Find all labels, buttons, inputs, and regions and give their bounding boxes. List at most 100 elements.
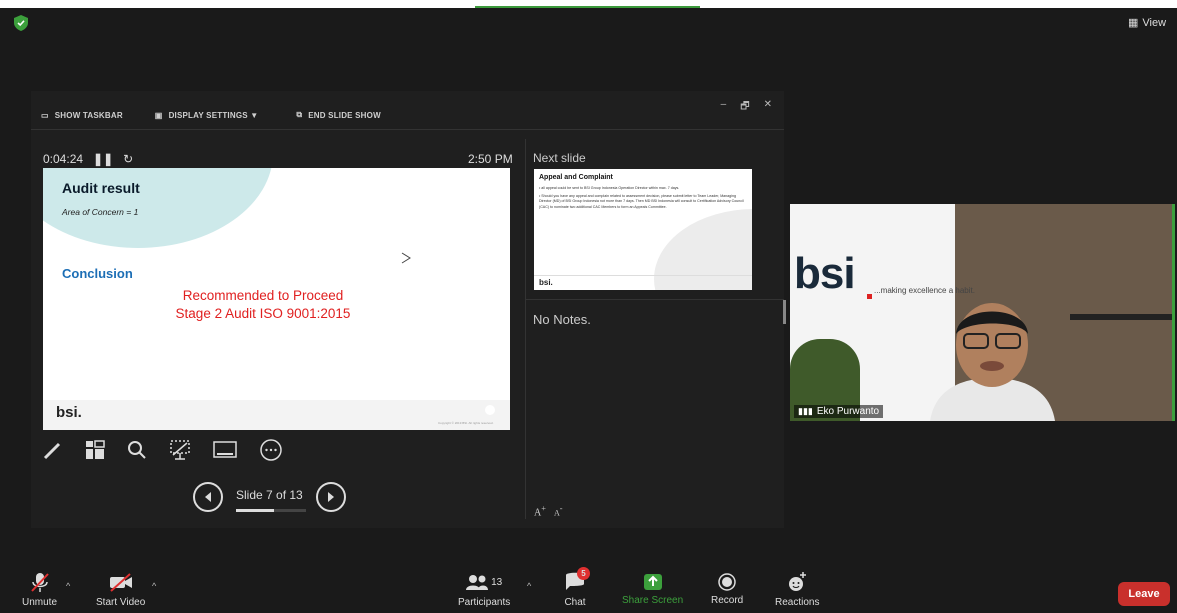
next-slide-button[interactable]: [315, 482, 346, 512]
next-slide-decoration: [654, 209, 752, 290]
leave-button[interactable]: Leave: [1118, 582, 1170, 606]
muted-microphone-icon: [30, 573, 49, 592]
meeting-controls: Unmute ^ Start Video ^ 13 Participants ^…: [0, 567, 1177, 613]
start-video-button[interactable]: Start Video: [96, 571, 145, 608]
active-speaker-edge: [1172, 204, 1175, 421]
video-tagline: ...making excellence a habit.: [874, 286, 975, 295]
record-label: Record: [711, 595, 744, 606]
participants-button[interactable]: 13 Participants: [458, 571, 510, 608]
taskbar-icon: ▭: [41, 111, 49, 120]
slide-counter-label: Slide 7 of 13: [236, 488, 303, 502]
security-shield-icon[interactable]: [14, 15, 28, 31]
participant-count: 13: [491, 576, 503, 588]
close-button[interactable]: ✕: [764, 99, 772, 116]
slide-subtitle: Area of Concern = 1: [62, 207, 139, 217]
increase-font-button[interactable]: A+: [534, 504, 546, 518]
pen-icon[interactable]: [43, 440, 63, 460]
video-logo: bsi: [794, 249, 856, 298]
next-slide-label: Next slide: [533, 151, 586, 165]
window-controls: – 🗗 ✕: [721, 99, 772, 116]
toolbar-divider: [31, 129, 784, 130]
mouse-cursor-icon: [401, 252, 411, 264]
view-button[interactable]: ▦ View: [1128, 16, 1167, 30]
reactions-button[interactable]: Reactions: [775, 571, 819, 608]
participants-label: Participants: [458, 597, 511, 608]
next-slide-title: Appeal and Complaint: [539, 174, 613, 181]
reactions-icon: [789, 572, 807, 591]
video-options-caret[interactable]: ^: [152, 581, 156, 591]
pause-icon[interactable]: ❚❚: [93, 152, 113, 166]
display-settings-button[interactable]: ▣ DISPLAY SETTINGS ▼: [155, 111, 259, 120]
slide-navigation: Slide 7 of 13: [193, 482, 346, 512]
slide-footer: [43, 400, 510, 430]
chat-badge: 5: [577, 567, 590, 580]
minimize-button[interactable]: –: [721, 99, 727, 116]
show-taskbar-button[interactable]: ▭ SHOW TASKBAR: [41, 111, 123, 120]
arrow-right-icon: [327, 492, 334, 502]
previous-slide-button[interactable]: [193, 482, 223, 512]
share-screen-icon: [643, 574, 662, 590]
see-all-slides-icon[interactable]: [85, 440, 105, 460]
next-slide-body: • all appeal could be sent to BSI Group …: [539, 186, 744, 210]
next-slide-logo: bsi.: [539, 278, 553, 287]
show-taskbar-label: SHOW TASKBAR: [54, 111, 123, 120]
share-screen-label: Share Screen: [622, 595, 684, 606]
pane-divider: [525, 139, 526, 519]
participant-silhouette: [930, 303, 1055, 421]
restore-button[interactable]: 🗗: [740, 99, 749, 116]
recommendation-line-1: Recommended to Proceed: [182, 288, 344, 303]
slide-progress-bar: [236, 509, 306, 512]
video-off-icon: [109, 573, 132, 592]
share-screen-button[interactable]: Share Screen: [622, 571, 683, 606]
next-slide-bullet-1: • all appeal could be sent to BSI Group …: [539, 186, 680, 190]
resize-grip[interactable]: [783, 300, 786, 324]
display-settings-label: DISPLAY SETTINGS ▼: [168, 111, 259, 120]
end-slide-show-label: END SLIDE SHOW: [308, 110, 381, 120]
slide-footer-circle: [485, 405, 495, 415]
zoom-icon[interactable]: [127, 440, 147, 460]
notes-divider: [526, 299, 784, 300]
presenter-tools: [43, 438, 283, 462]
grid-view-icon: ▦: [1128, 17, 1139, 29]
record-button[interactable]: Record: [711, 571, 743, 606]
reactions-label: Reactions: [775, 597, 820, 608]
presenter-view-window: ▭ SHOW TASKBAR ▣ DISPLAY SETTINGS ▼ ⧉ EN…: [31, 91, 784, 528]
sharing-indicator-strip: [475, 6, 700, 8]
chat-label: Chat: [564, 597, 586, 608]
current-slide[interactable]: Audit result Area of Concern = 1 Conclus…: [43, 168, 510, 430]
next-slide-preview[interactable]: Appeal and Complaint • all appeal could …: [534, 169, 752, 290]
decrease-font-button[interactable]: A-: [554, 504, 563, 518]
presenter-toolbar: ▭ SHOW TASKBAR ▣ DISPLAY SETTINGS ▼ ⧉ EN…: [31, 91, 784, 129]
view-label: View: [1142, 16, 1167, 29]
black-screen-icon[interactable]: [213, 440, 237, 460]
record-icon: [718, 573, 736, 591]
arrow-left-icon: [205, 492, 211, 502]
slide-copyright: Copyright © 2019 BSI. All rights reserve…: [438, 421, 494, 425]
current-time: 2:50 PM: [468, 152, 513, 166]
audio-options-caret[interactable]: ^: [66, 581, 70, 591]
slide-timer: 0:04:24 ❚❚ ↻: [43, 152, 133, 166]
speaker-notes[interactable]: No Notes.: [533, 312, 591, 327]
video-shelf: [1070, 314, 1175, 320]
slide-title: Audit result: [62, 180, 140, 196]
signal-icon: ▮▮▮: [798, 406, 813, 416]
next-slide-footer-line: [534, 275, 752, 276]
reset-timer-icon[interactable]: ↻: [123, 152, 133, 166]
slide-conclusion-heading: Conclusion: [62, 266, 133, 281]
slide-logo: bsi.: [56, 404, 82, 421]
slide-progress-fill: [236, 509, 274, 512]
display-icon: ▣: [154, 111, 163, 120]
chat-button[interactable]: 5 Chat: [564, 567, 590, 608]
laser-pointer-icon[interactable]: [169, 439, 191, 461]
elapsed-time: 0:04:24: [43, 152, 84, 166]
start-video-label: Start Video: [96, 597, 146, 608]
participant-name: Eko Purwanto: [816, 406, 880, 417]
font-size-controls: A+ A-: [534, 504, 563, 518]
end-slide-show-button[interactable]: ⧉ END SLIDE SHOW: [296, 110, 381, 120]
participant-video[interactable]: bsi ...making excellence a habit. ▮▮▮ Ek…: [790, 204, 1175, 421]
unmute-button[interactable]: Unmute: [22, 571, 57, 608]
more-options-icon[interactable]: [259, 438, 283, 462]
end-show-icon: ⧉: [296, 110, 303, 119]
slide-counter[interactable]: Slide 7 of 13: [236, 488, 306, 512]
participants-caret[interactable]: ^: [527, 581, 531, 591]
